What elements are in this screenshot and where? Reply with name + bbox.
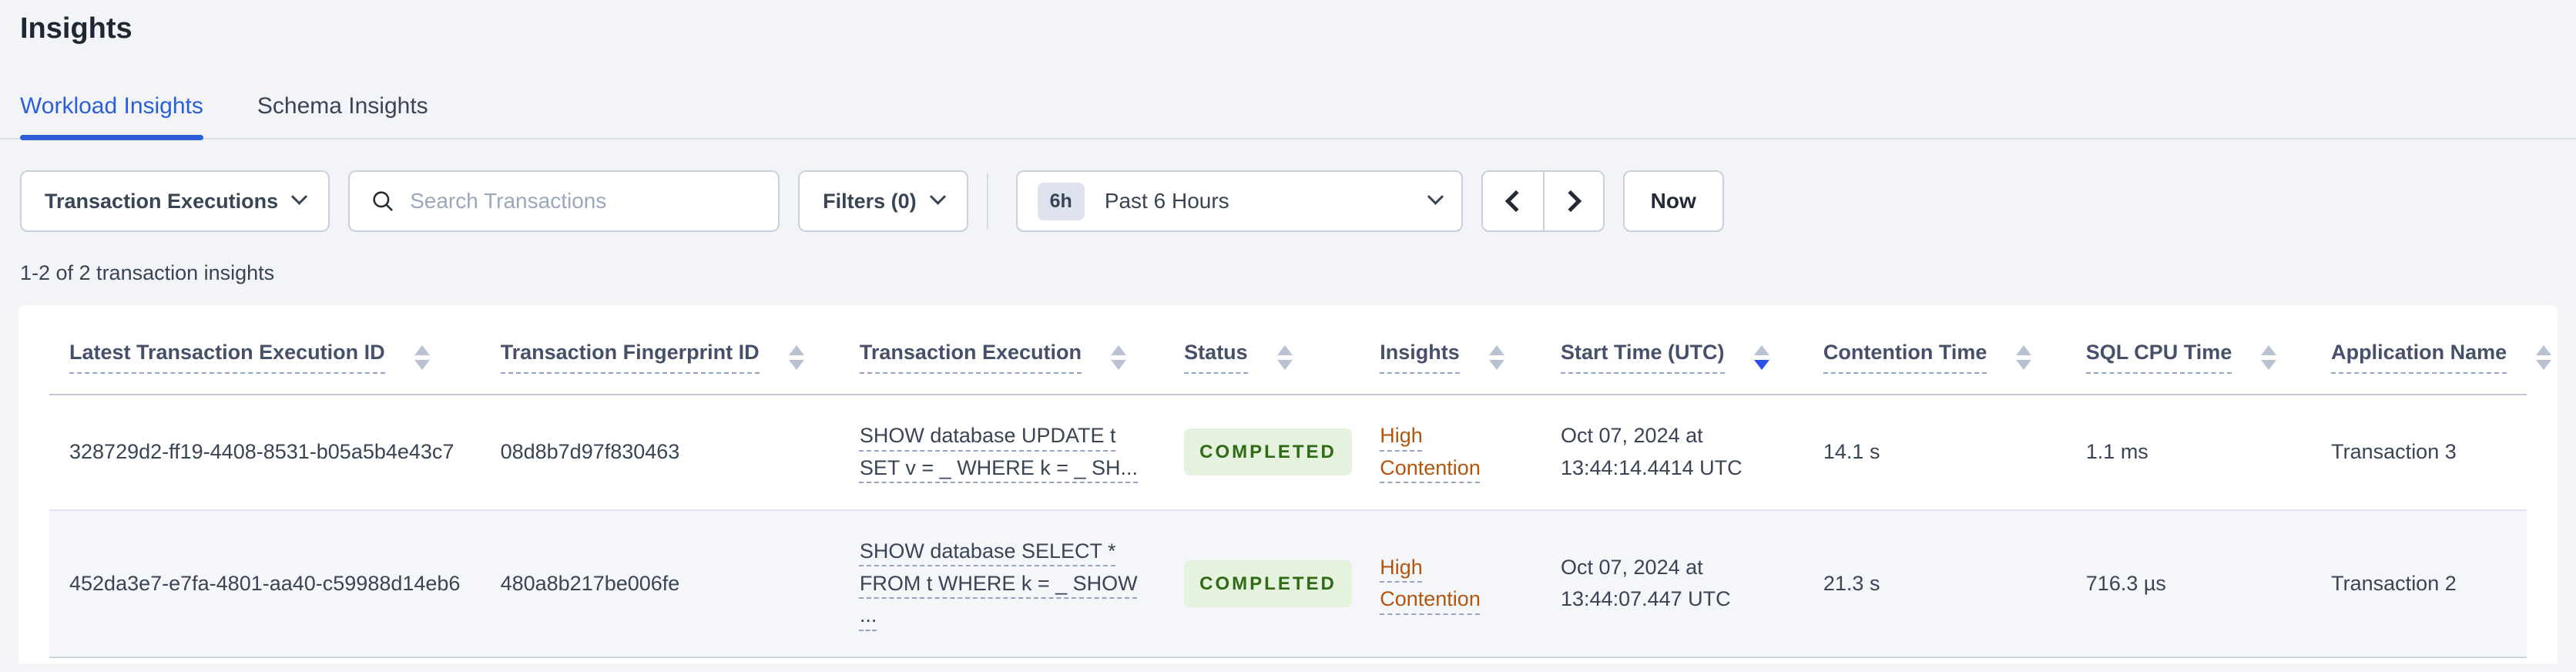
results-count: 1-2 of 2 transaction insights	[20, 261, 275, 284]
cell-contention-time: 14.1 s	[1803, 395, 2066, 511]
cell-transaction-execution: SHOW database UPDATE t SET v = _ WHERE k…	[839, 395, 1165, 511]
column-header-latest-transaction-execution-id: Latest Transaction Execution ID	[49, 305, 481, 395]
table-header-row: Latest Transaction Execution ID Transact…	[49, 305, 2552, 395]
sql-cpu-time-value: 716.3 µs	[2085, 571, 2166, 595]
search-input[interactable]	[410, 189, 759, 213]
insights-table-card: Latest Transaction Execution ID Transact…	[18, 305, 2558, 664]
transaction-execution-link[interactable]: SHOW database UPDATE t SET v = _ WHERE k…	[860, 424, 1138, 479]
contention-time-value: 14.1 s	[1823, 439, 1880, 463]
application-name-value: Transaction 3	[2331, 439, 2457, 463]
cell-contention-time: 21.3 s	[1803, 509, 2066, 659]
cell-transaction-execution: SHOW database SELECT * FROM t WHERE k = …	[839, 509, 1165, 659]
column-header-contention-time: Contention Time	[1803, 305, 2066, 395]
toolbar: Transaction Executions Filters (0) 6h Pa…	[20, 170, 2556, 232]
column-header-sql-cpu-time: SQL CPU Time	[2065, 305, 2312, 395]
page-title: Insights	[20, 12, 132, 45]
next-time-range-button[interactable]	[1542, 172, 1603, 230]
tab-schema-insights[interactable]: Schema Insights	[257, 93, 428, 138]
column-header-label[interactable]: Insights	[1380, 341, 1460, 374]
time-range-dropdown[interactable]: 6h Past 6 Hours	[1015, 170, 1463, 232]
cell-insights: High Contention	[1360, 395, 1541, 511]
transaction-insights-table: Latest Transaction Execution ID Transact…	[49, 305, 2552, 659]
cell-start-time: Oct 07, 2024 at 13:44:07.447 UTC	[1541, 509, 1803, 659]
transaction-execution-link[interactable]: SHOW database SELECT * FROM t WHERE k = …	[860, 539, 1138, 627]
column-header-insights: Insights	[1360, 305, 1541, 395]
sort-icon[interactable]	[2261, 344, 2277, 370]
fingerprint-id-value: 08d8b7d97f830463	[500, 439, 680, 463]
cell-application-name: Transaction 3	[2311, 395, 2527, 511]
column-header-label[interactable]: Start Time (UTC)	[1561, 341, 1725, 374]
status-badge: COMPLETED	[1184, 559, 1352, 608]
chevron-down-icon	[1427, 188, 1444, 205]
execution-type-dropdown-label: Transaction Executions	[45, 189, 279, 213]
cell-execution-id: 452da3e7-e7fa-4801-aa40-c59988d14eb6	[49, 509, 481, 659]
sort-icon[interactable]	[1110, 344, 1126, 370]
execution-id-value: 328729d2-ff19-4408-8531-b05a5b4e43c7	[69, 439, 454, 463]
chevron-left-icon	[1504, 190, 1527, 213]
cell-fingerprint-id: 08d8b7d97f830463	[480, 395, 840, 511]
column-header-label[interactable]: SQL CPU Time	[2085, 341, 2232, 374]
start-time-value: Oct 07, 2024 at 13:44:14.4414 UTC	[1561, 424, 1742, 479]
time-range-badge: 6h	[1037, 182, 1085, 220]
tab-workload-insights[interactable]: Workload Insights	[20, 93, 203, 140]
sort-icon[interactable]	[788, 344, 804, 370]
start-time-value: Oct 07, 2024 at 13:44:07.447 UTC	[1561, 555, 1731, 611]
column-header-application-name: Application Name	[2311, 305, 2552, 395]
filters-button-label: Filters (0)	[823, 189, 917, 213]
sort-icon[interactable]	[1276, 344, 1293, 370]
sort-icon[interactable]	[1488, 344, 1504, 370]
column-header-label[interactable]: Status	[1184, 341, 1248, 374]
cell-application-name: Transaction 2	[2311, 509, 2527, 659]
chevron-down-icon	[290, 188, 308, 205]
previous-time-range-button[interactable]	[1482, 172, 1543, 230]
column-header-label[interactable]: Transaction Fingerprint ID	[500, 341, 760, 374]
application-name-value: Transaction 2	[2331, 571, 2457, 595]
search-icon	[373, 191, 394, 211]
execution-id-value: 452da3e7-e7fa-4801-aa40-c59988d14eb6	[69, 571, 461, 595]
time-range-label: Past 6 Hours	[1104, 189, 1229, 213]
column-header-label[interactable]: Application Name	[2331, 341, 2507, 374]
fingerprint-id-value: 480a8b217be006fe	[500, 571, 680, 595]
search-box	[348, 170, 780, 232]
cell-fingerprint-id: 480a8b217be006fe	[480, 509, 840, 659]
cell-status: COMPLETED	[1164, 395, 1360, 511]
cell-sql-cpu-time: 716.3 µs	[2065, 509, 2312, 659]
chevron-right-icon	[1559, 190, 1581, 213]
toolbar-divider	[986, 173, 988, 229]
tab-bar: Workload Insights Schema Insights	[0, 93, 2576, 140]
cell-sql-cpu-time: 1.1 ms	[2065, 395, 2312, 511]
filters-button[interactable]: Filters (0)	[798, 170, 968, 232]
cell-start-time: Oct 07, 2024 at 13:44:14.4414 UTC	[1541, 395, 1803, 511]
high-contention-link[interactable]: High Contention	[1380, 556, 1481, 611]
column-header-transaction-execution: Transaction Execution	[839, 305, 1165, 395]
column-header-start-time: Start Time (UTC)	[1541, 305, 1803, 395]
sort-icon-active-desc[interactable]	[1753, 344, 1769, 370]
time-range-pager	[1481, 170, 1605, 232]
column-header-status: Status	[1164, 305, 1360, 395]
sort-icon[interactable]	[414, 344, 430, 370]
chevron-down-icon	[929, 188, 946, 205]
sql-cpu-time-value: 1.1 ms	[2085, 439, 2148, 463]
high-contention-link[interactable]: High Contention	[1380, 424, 1481, 479]
cell-status: COMPLETED	[1164, 509, 1360, 659]
cell-insights: High Contention	[1360, 509, 1541, 659]
now-button[interactable]: Now	[1622, 170, 1724, 232]
column-header-label[interactable]: Transaction Execution	[859, 341, 1082, 374]
column-header-transaction-fingerprint-id: Transaction Fingerprint ID	[480, 305, 840, 395]
contention-time-value: 21.3 s	[1823, 571, 1880, 595]
sort-icon[interactable]	[2016, 344, 2032, 370]
status-badge: COMPLETED	[1184, 428, 1352, 476]
cell-execution-id: 328729d2-ff19-4408-8531-b05a5b4e43c7	[49, 395, 481, 511]
sort-icon[interactable]	[2536, 344, 2552, 370]
table-row: 452da3e7-e7fa-4801-aa40-c59988d14eb6 480…	[49, 509, 2527, 659]
table-row: 328729d2-ff19-4408-8531-b05a5b4e43c7 08d…	[49, 395, 2527, 511]
column-header-label[interactable]: Contention Time	[1823, 341, 1987, 374]
column-header-label[interactable]: Latest Transaction Execution ID	[69, 341, 385, 374]
execution-type-dropdown[interactable]: Transaction Executions	[20, 170, 330, 232]
